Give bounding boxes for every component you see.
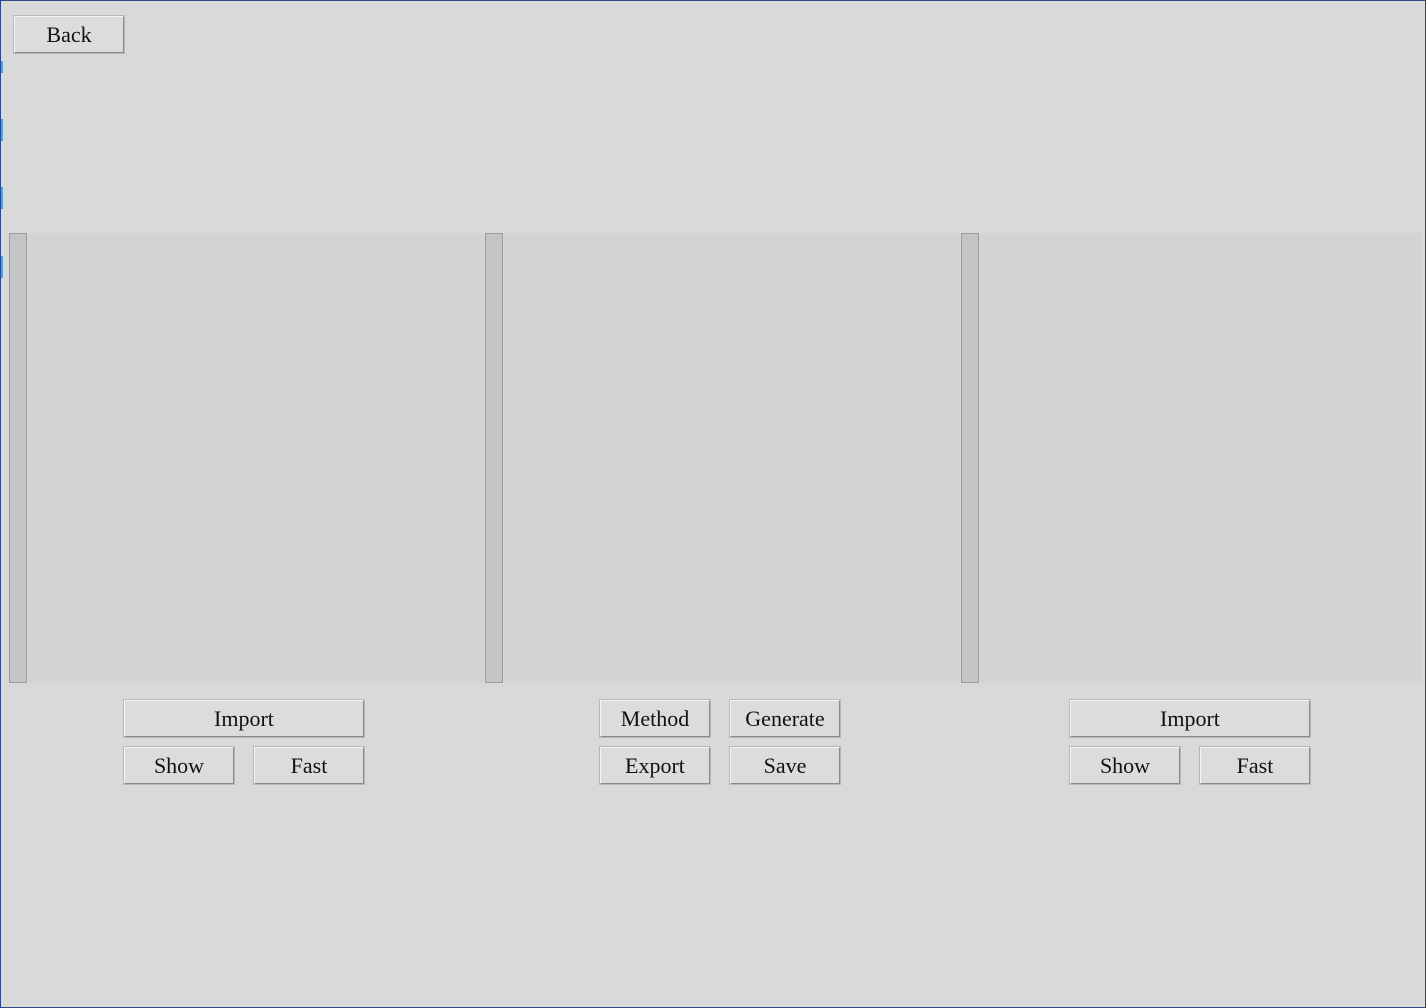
right-fast-button[interactable]: Fast bbox=[1199, 746, 1311, 785]
window-edge-accent bbox=[1, 119, 3, 141]
right-panel-scrollbar[interactable] bbox=[961, 233, 979, 683]
left-import-button[interactable]: Import bbox=[123, 699, 365, 738]
window-edge-accent bbox=[1, 187, 3, 209]
right-import-button[interactable]: Import bbox=[1069, 699, 1311, 738]
center-canvas[interactable] bbox=[504, 233, 960, 683]
right-canvas[interactable] bbox=[980, 233, 1422, 683]
window-edge-accent bbox=[1, 61, 3, 73]
left-panel-scrollbar[interactable] bbox=[9, 233, 27, 683]
save-button[interactable]: Save bbox=[729, 746, 841, 785]
right-show-button[interactable]: Show bbox=[1069, 746, 1181, 785]
left-canvas[interactable] bbox=[28, 233, 484, 683]
back-button[interactable]: Back bbox=[13, 15, 125, 54]
left-show-button[interactable]: Show bbox=[123, 746, 235, 785]
method-button[interactable]: Method bbox=[599, 699, 711, 738]
export-button[interactable]: Export bbox=[599, 746, 711, 785]
left-fast-button[interactable]: Fast bbox=[253, 746, 365, 785]
app-window: Back Import Show Fast Method Generate Ex… bbox=[0, 0, 1426, 1008]
generate-button[interactable]: Generate bbox=[729, 699, 841, 738]
window-edge-accent bbox=[1, 256, 3, 278]
center-panel-scrollbar[interactable] bbox=[485, 233, 503, 683]
